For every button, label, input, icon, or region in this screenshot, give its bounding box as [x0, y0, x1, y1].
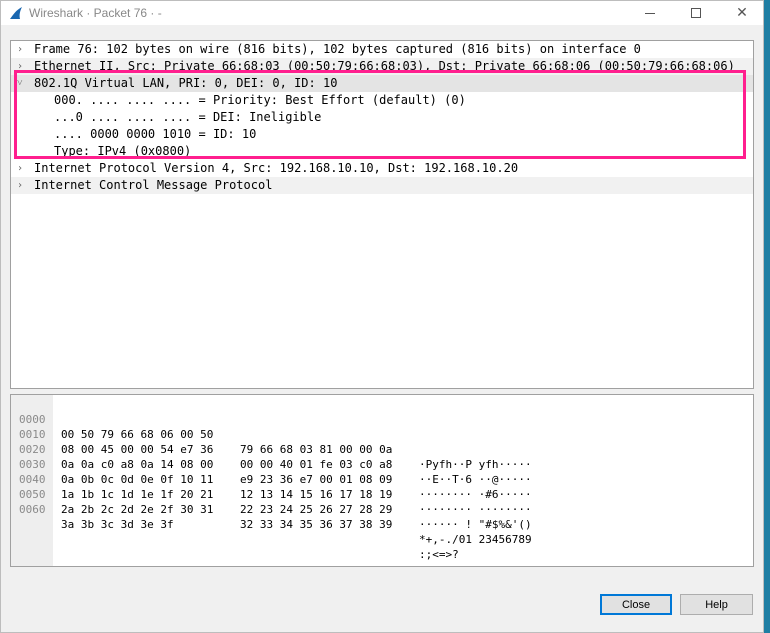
hex-ascii: :;<=>? — [419, 548, 459, 561]
hex-row[interactable]: 0060 3a 3b 3c 3d 3e 3f :;<=>? — [11, 487, 753, 561]
packet-dialog-window: Wireshark · Packet 76 · - ✕ › Frame 76: … — [0, 0, 764, 633]
packet-details-tree[interactable]: › Frame 76: 102 bytes on wire (816 bits)… — [10, 40, 754, 389]
hex-bytes-left: 2a 2b 2c 2d 2e 2f 30 31 — [61, 503, 214, 516]
window-title: Wireshark · Packet 76 · - — [29, 6, 162, 20]
tree-row-icmp[interactable]: › Internet Control Message Protocol — [11, 177, 753, 194]
packet-bytes-pane[interactable]: 0000 00 50 79 66 68 06 00 50 79 66 68 03… — [10, 394, 754, 567]
expand-arrow-icon[interactable]: › — [17, 41, 27, 58]
desktop-edge — [764, 0, 770, 633]
maximize-button[interactable] — [673, 1, 719, 25]
maximize-icon — [691, 8, 701, 18]
hex-row[interactable]: 0040 1a 1b 1c 1d 1e 1f 20 21 22 23 24 25… — [11, 457, 753, 531]
hex-ascii: ········ ········ — [419, 503, 532, 516]
wireshark-fin-icon — [10, 7, 22, 19]
close-window-button[interactable]: ✕ — [719, 1, 765, 25]
hex-offset: 0060 — [19, 503, 46, 516]
minimize-button[interactable] — [627, 1, 673, 25]
hex-row[interactable]: 0010 08 00 45 00 00 54 e7 36 00 00 40 01… — [11, 412, 753, 486]
tree-row-ipv4[interactable]: › Internet Protocol Version 4, Src: 192.… — [11, 160, 753, 177]
hex-ascii: *+,-./01 23456789 — [419, 533, 532, 546]
tree-row-frame[interactable]: › Frame 76: 102 bytes on wire (816 bits)… — [11, 41, 753, 58]
hex-bytes-right: 22 23 24 25 26 27 28 29 — [240, 503, 393, 516]
expand-arrow-icon[interactable]: › — [17, 177, 27, 194]
hex-row[interactable]: 0050 2a 2b 2c 2d 2e 2f 30 31 32 33 34 35… — [11, 472, 753, 546]
hex-bytes-left: 3a 3b 3c 3d 3e 3f — [61, 518, 174, 531]
annotation-highlight-box — [14, 70, 746, 159]
hex-row[interactable]: 0000 00 50 79 66 68 06 00 50 79 66 68 03… — [11, 397, 753, 471]
title-bar[interactable]: Wireshark · Packet 76 · - ✕ — [1, 1, 763, 25]
tree-row-label: Internet Control Message Protocol — [34, 178, 273, 192]
expand-arrow-icon[interactable]: › — [17, 160, 27, 177]
close-button[interactable]: Close — [600, 594, 672, 615]
hex-row[interactable]: 0030 0a 0b 0c 0d 0e 0f 10 11 12 13 14 15… — [11, 442, 753, 516]
tree-row-label: Frame 76: 102 bytes on wire (816 bits), … — [34, 42, 641, 56]
close-icon: ✕ — [736, 5, 748, 21]
minimize-icon — [645, 12, 655, 14]
hex-bytes-right: 32 33 34 35 36 37 38 39 — [240, 518, 393, 531]
tree-row-label: Internet Protocol Version 4, Src: 192.16… — [34, 161, 519, 175]
hex-ascii: ······ ! "#$%&'() — [419, 518, 532, 531]
hex-row[interactable]: 0020 0a 0a c0 a8 0a 14 08 00 e9 23 36 e7… — [11, 427, 753, 501]
help-button[interactable]: Help — [680, 594, 753, 615]
